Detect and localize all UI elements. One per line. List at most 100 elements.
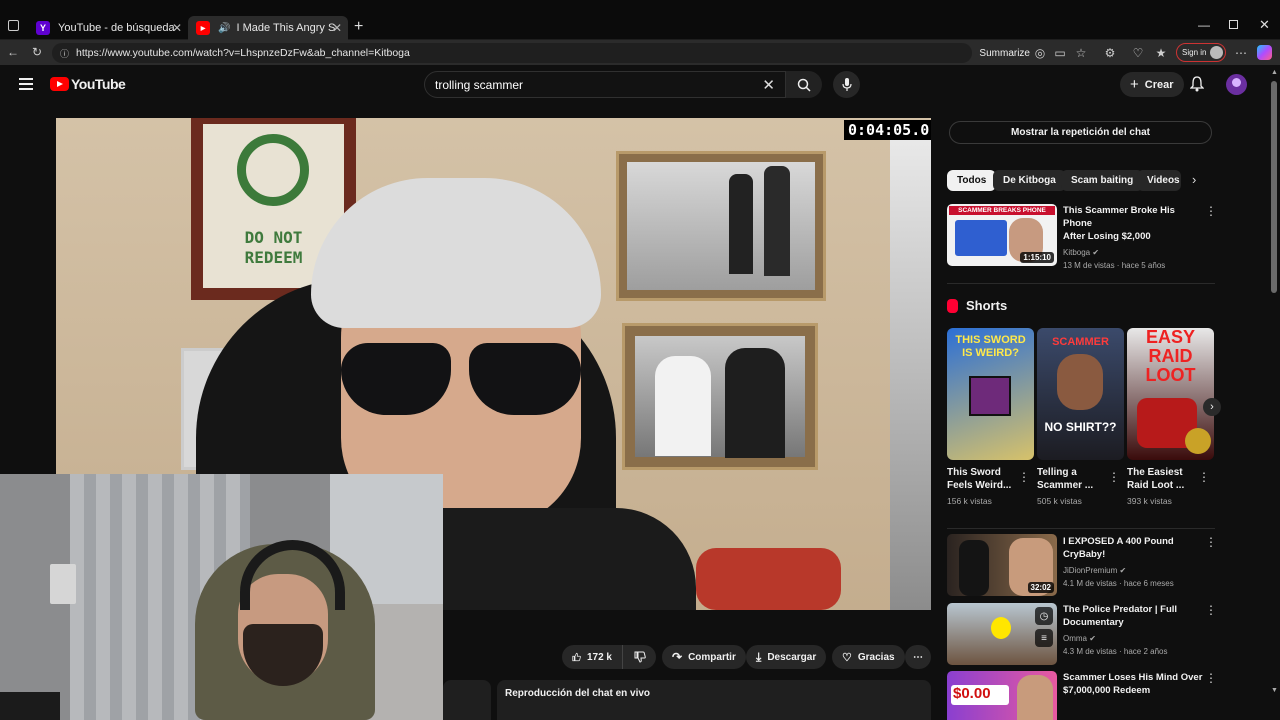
maximize-button[interactable] [1229,20,1238,29]
short-info[interactable]: This Sword Feels Weird... 156 k vistas [947,466,1027,506]
shorts-title: Shorts [966,298,1008,313]
account-avatar[interactable] [1226,74,1247,95]
browser-essentials-icon[interactable]: ♡ [1131,46,1145,60]
more-vert-icon[interactable]: ⋮ [1198,471,1210,483]
short-thumbnail[interactable]: EASY RAID LOOT [1127,328,1214,460]
show-chat-replay-button[interactable]: Mostrar la repetición del chat [949,121,1212,144]
short-title: Telling a Scammer ... [1037,467,1094,491]
close-icon[interactable]: ✕ [172,21,182,35]
close-icon[interactable]: ✕ [332,21,342,35]
rec-video-thumbnail[interactable]: 32:02 [947,534,1057,596]
rec-video-info[interactable]: This Scammer Broke His Phone After Losin… [1063,204,1203,270]
verified-icon: ✔ [1119,566,1127,575]
menu-icon[interactable] [19,78,33,90]
download-button[interactable]: ⤓ Descargar [746,645,827,669]
short-thumb-text: NO SHIRT?? [1044,420,1117,434]
search-input[interactable]: trolling scammer ✕ [424,71,786,98]
short-info[interactable]: The Easiest Raid Loot ... 393 k vistas [1127,466,1207,506]
yahoo-favicon-icon: Y [36,21,50,35]
site-info-icon[interactable]: ⓘ [60,47,69,60]
download-label: Descargar [767,651,817,663]
dislike-button[interactable] [622,645,656,669]
tab-actions-icon[interactable] [8,20,19,31]
voice-search-button[interactable] [833,71,860,98]
reload-icon[interactable]: ↻ [30,45,44,59]
close-window-button[interactable]: ✕ [1259,17,1270,33]
search-value: trolling scammer [435,77,524,92]
chip-all[interactable]: Todos [947,170,997,191]
more-vert-icon[interactable]: ⋮ [1205,604,1217,616]
extensions-icon[interactable]: ⚙ [1103,46,1117,60]
minimize-button[interactable]: — [1198,18,1210,32]
short-thumbnail[interactable]: SCAMMER NO SHIRT?? [1037,328,1124,460]
more-horizontal-icon: ⋯ [913,651,923,663]
signin-label: Sign in [1182,48,1207,57]
copilot-page-icon[interactable]: ◎ [1033,46,1047,60]
signin-pill[interactable]: Sign in [1176,43,1226,62]
chip-label: Scam baiting [1071,175,1134,186]
tab-title: YouTube - de búsqueda [58,22,175,34]
shorts-next-button[interactable]: › [1203,398,1221,416]
short-views: 505 k vistas [1037,496,1082,506]
browser-tab-bar: Y YouTube - de búsqueda ✕ ▶ 🔊 I Made Thi… [0,0,1280,40]
like-button[interactable]: 172 k [562,645,622,669]
rec-video-thumbnail[interactable]: $0.00 [947,671,1057,720]
short-title: This Sword Feels Weird... [947,467,1012,491]
desk-item [0,692,60,720]
favorites-icon[interactable]: ★ [1154,46,1168,60]
scroll-down-icon[interactable]: ▼ [1271,687,1278,694]
divider [947,283,1215,284]
chip-from-kitboga[interactable]: De Kitboga [993,170,1066,191]
short-info[interactable]: Telling a Scammer ... 505 k vistas [1037,466,1117,506]
channel-name: JiDionPremium ✔ [1063,566,1127,575]
channel-name: Omma ✔ [1063,634,1096,643]
youtube-logo[interactable]: YouTube [50,76,126,92]
share-icon: ↷ [672,650,683,664]
more-vert-icon[interactable]: ⋮ [1205,536,1217,548]
rec-video-thumbnail[interactable]: ◷ ≡ [947,603,1057,665]
more-vert-icon[interactable]: ⋮ [1108,471,1120,483]
add-to-queue-icon[interactable]: ≡ [1035,629,1053,647]
chip-videos[interactable]: Videos r [1137,170,1181,191]
chip-label: Videos r [1147,175,1181,186]
rec-video-info[interactable]: The Police Predator | Full Documentary Om… [1063,603,1203,656]
rec-video-info[interactable]: Scammer Loses His Mind Over $7,000,000 Re… [1063,671,1203,697]
share-button[interactable]: ↷ Compartir [662,645,746,669]
comments-stub [443,680,491,720]
more-actions-button[interactable]: ⋯ [905,645,931,669]
tab-current-video[interactable]: ▶ 🔊 I Made This Angry Scammer ✕ [188,16,348,40]
scrollbar-thumb[interactable] [1271,81,1277,293]
more-menu-icon[interactable]: ⋯ [1234,46,1248,60]
chips-next-icon[interactable]: › [1192,172,1196,187]
new-tab-button[interactable]: + [354,18,363,36]
tab-youtube-search[interactable]: Y YouTube - de búsqueda ✕ [28,16,188,40]
copilot-icon[interactable] [1257,45,1272,60]
short-thumbnail[interactable]: THIS SWORD IS WEIRD? [947,328,1034,460]
split-screen-icon[interactable]: ▭ [1053,46,1067,60]
watch-later-icon[interactable]: ◷ [1035,607,1053,625]
search-button[interactable] [786,71,822,98]
short-views: 156 k vistas [947,496,992,506]
rec-video-thumbnail[interactable]: SCAMMER BREAKS PHONE 1:15:10 [947,204,1057,266]
chat-replay-label: Reproducción del chat en vivo [505,688,651,699]
rec-video-info[interactable]: I EXPOSED A 400 Pound CryBaby! JiDionPrem… [1063,535,1203,588]
more-vert-icon[interactable]: ⋮ [1205,672,1217,684]
thanks-button[interactable]: ♡ Gracias [832,645,905,669]
download-icon: ⤓ [756,649,762,664]
clear-search-icon[interactable]: ✕ [762,76,775,94]
thumb-banner: SCAMMER BREAKS PHONE [949,206,1055,215]
scroll-up-icon[interactable]: ▲ [1271,69,1278,76]
page-scrollbar[interactable]: ▲ ▼ [1268,65,1280,720]
speaker-icon[interactable]: 🔊 [218,23,230,34]
more-vert-icon[interactable]: ⋮ [1018,471,1030,483]
notifications-bell-icon[interactable] [1189,76,1205,97]
rec-video-title: This Scammer Broke His Phone After Losin… [1063,205,1175,242]
back-icon[interactable]: ← [6,45,20,59]
favorite-star-icon[interactable]: ☆ [1074,46,1088,60]
url-input[interactable]: ⓘ https://www.youtube.com/watch?v=Lhspnz… [52,43,1030,63]
create-button[interactable]: + Crear [1120,72,1184,97]
summarize-label[interactable]: Summarize [979,48,1030,59]
chat-replay-bar[interactable]: Reproducción del chat en vivo [497,680,931,720]
more-vert-icon[interactable]: ⋮ [1205,205,1217,217]
chip-scam-baiting[interactable]: Scam baiting [1061,170,1144,191]
